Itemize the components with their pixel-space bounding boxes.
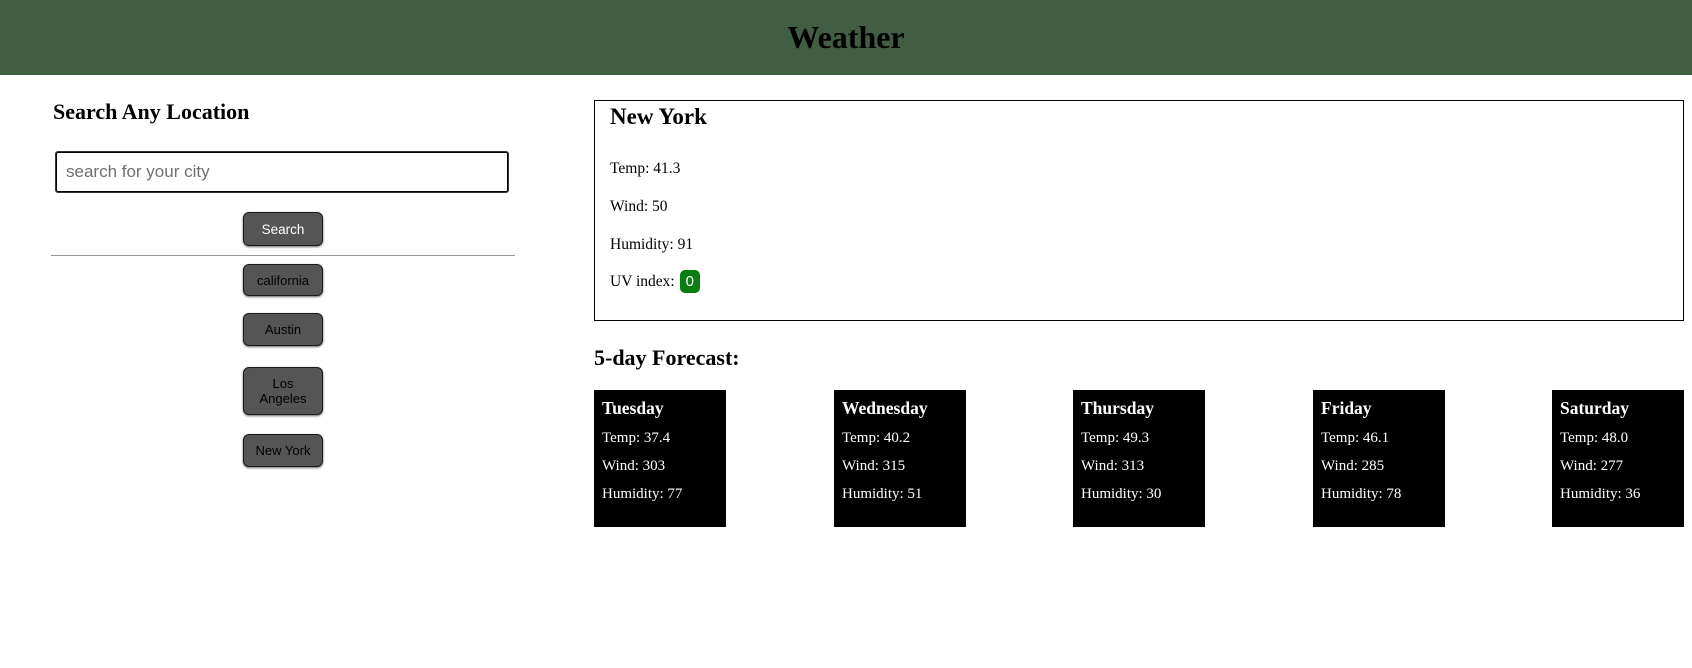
forecast-humidity: Humidity: 77: [602, 486, 683, 502]
current-temp: Temp: 41.3: [610, 160, 681, 177]
forecast-card: Friday Temp: 46.1 Wind: 285 Humidity: 78: [1313, 390, 1445, 527]
forecast-card: Thursday Temp: 49.3 Wind: 313 Humidity: …: [1073, 390, 1205, 527]
forecast-day: Wednesday: [842, 398, 928, 418]
forecast-wind: Wind: 315: [842, 458, 906, 474]
forecast-title: 5-day Forecast:: [594, 345, 740, 370]
main-content: Search Any Location Search california Au…: [0, 75, 1692, 668]
forecast-wind: Wind: 313: [1081, 458, 1145, 474]
current-humidity: Humidity: 91: [610, 236, 694, 253]
forecast-card: Saturday Temp: 48.0 Wind: 277 Humidity: …: [1552, 390, 1684, 527]
forecast-temp: Temp: 40.2: [842, 430, 911, 446]
search-input[interactable]: [55, 151, 509, 193]
forecast-day: Saturday: [1560, 398, 1630, 418]
search-button[interactable]: Search: [243, 212, 323, 246]
forecast-card: Wednesday Temp: 40.2 Wind: 315 Humidity:…: [834, 390, 966, 527]
forecast-temp: Temp: 37.4: [602, 430, 671, 446]
forecast-temp: Temp: 49.3: [1081, 430, 1150, 446]
page-header: Weather: [0, 0, 1692, 75]
uv-index-badge: 0: [679, 270, 700, 293]
forecast-wind: Wind: 285: [1321, 458, 1385, 474]
app-title: Weather: [787, 19, 905, 55]
forecast-humidity: Humidity: 51: [842, 486, 923, 502]
forecast-wind: Wind: 277: [1560, 458, 1624, 474]
search-heading: Search Any Location: [53, 99, 250, 124]
uv-index-label: UV index:: [610, 273, 675, 290]
forecast-day: Tuesday: [602, 398, 664, 418]
forecast-temp: Temp: 48.0: [1560, 430, 1629, 446]
divider: [51, 255, 515, 256]
history-button-new-york[interactable]: New York: [243, 434, 323, 467]
current-wind: Wind: 50: [610, 198, 668, 215]
forecast-humidity: Humidity: 78: [1321, 486, 1402, 502]
forecast-card: Tuesday Temp: 37.4 Wind: 303 Humidity: 7…: [594, 390, 726, 527]
current-city: New York: [610, 104, 707, 129]
current-weather-panel: New York Temp: 41.3 Wind: 50 Humidity: 9…: [594, 100, 1684, 321]
history-button-austin[interactable]: Austin: [243, 313, 323, 346]
history-button-california[interactable]: california: [243, 264, 323, 296]
uv-index-row: UV index: 0: [610, 270, 700, 293]
forecast-humidity: Humidity: 30: [1081, 486, 1162, 502]
forecast-humidity: Humidity: 36: [1560, 486, 1641, 502]
forecast-wind: Wind: 303: [602, 458, 666, 474]
forecast-day: Friday: [1321, 398, 1372, 418]
history-button-los-angeles[interactable]: Los Angeles: [243, 367, 323, 415]
forecast-temp: Temp: 46.1: [1321, 430, 1390, 446]
forecast-day: Thursday: [1081, 398, 1154, 418]
